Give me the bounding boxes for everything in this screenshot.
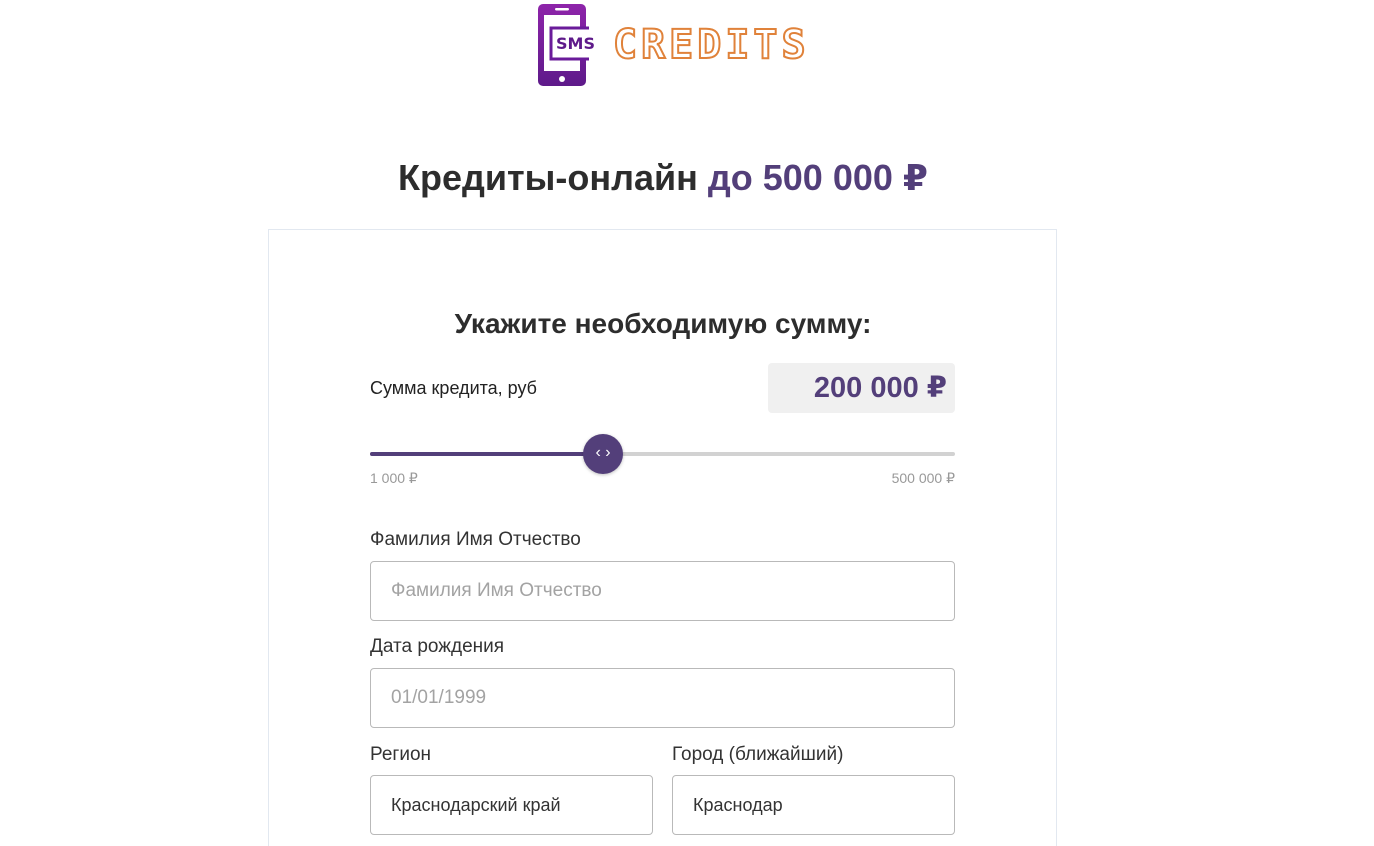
city-label: Город (ближайший) [672, 744, 844, 765]
amount-slider[interactable]: ‹ › [370, 434, 955, 474]
slider-min-label: 1 000 ₽ [370, 470, 418, 486]
amount-value[interactable]: 200 000 ₽ [768, 363, 955, 413]
calculator-title: Укажите необходимую сумму: [454, 308, 872, 339]
region-select-value: Краснодарский край [391, 795, 561, 815]
page-title-accent: до 500 000 ₽ [707, 157, 928, 198]
amount-slider-fill [370, 452, 603, 456]
fio-label: Фамилия Имя Отчество [370, 529, 581, 550]
fio-input[interactable] [370, 561, 955, 621]
amount-slider-handle[interactable]: ‹ › [583, 434, 623, 474]
region-label: Регион [370, 744, 432, 765]
city-select[interactable]: Краснодар [672, 775, 955, 835]
birthdate-label: Дата рождения [370, 636, 505, 657]
region-select[interactable]: Краснодарский край [370, 775, 653, 835]
birthdate-input[interactable] [370, 668, 955, 728]
page-title-prefix: Кредиты-онлайн [398, 157, 698, 198]
sms-credits-logo[interactable]: SMS CREDITS [537, 3, 807, 87]
sms-badge-text: SMS [556, 34, 595, 53]
city-select-value: Краснодар [693, 795, 783, 815]
amount-label: Сумма кредита, руб [370, 378, 537, 398]
page: SMS CREDITS Кредиты-онлайн до 500 000 ₽ … [0, 0, 1374, 846]
page-title: Кредиты-онлайн до 500 000 ₽ [0, 152, 1326, 204]
chevrons-left-right-icon: ‹ › [595, 444, 611, 461]
logo-wordmark: CREDITS [612, 21, 810, 69]
slider-max-label: 500 000 ₽ [891, 470, 955, 486]
